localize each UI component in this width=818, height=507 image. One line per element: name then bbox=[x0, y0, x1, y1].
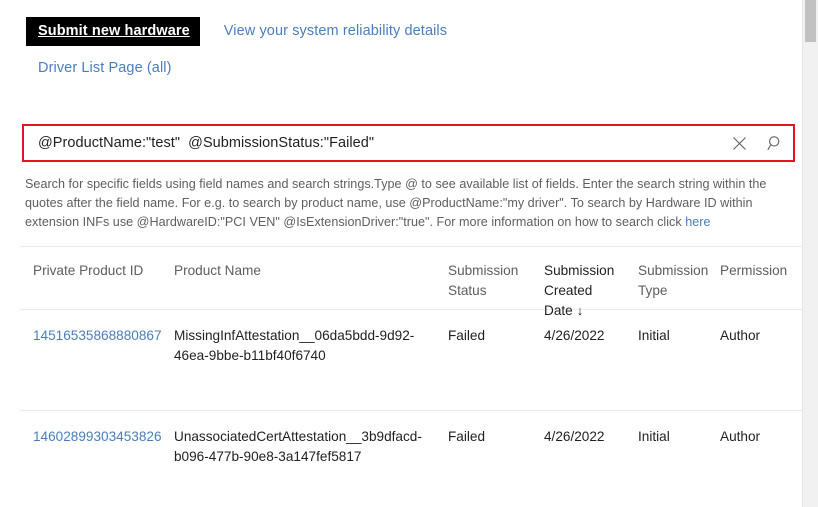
table-header: Private Product ID Product Name Submissi… bbox=[20, 246, 802, 318]
column-header-permission[interactable]: Permission bbox=[720, 247, 802, 310]
column-header-label: Submission Status bbox=[448, 263, 519, 298]
permission-value: Author bbox=[720, 328, 761, 343]
submission-type-value: Initial bbox=[638, 429, 670, 444]
column-header-label: Submission Type bbox=[638, 263, 709, 298]
column-header-label: Permission bbox=[720, 263, 788, 278]
view-system-reliability-details-link[interactable]: View your system reliability details bbox=[224, 23, 447, 39]
cell-submission-created-date: 4/26/2022 bbox=[544, 310, 638, 411]
permission-value: Author bbox=[720, 429, 761, 444]
clear-search-button[interactable] bbox=[721, 126, 757, 160]
cell-private-product-id: 14602899303453826 bbox=[20, 411, 174, 507]
table-row[interactable]: 14602899303453826 UnassociatedCertAttest… bbox=[20, 411, 802, 507]
submit-new-hardware-link[interactable]: Submit new hardware bbox=[26, 16, 200, 46]
driver-list-page-link[interactable]: Driver List Page (all) bbox=[38, 60, 786, 76]
cell-product-name: UnassociatedCertAttestation__3b9dfacd-b0… bbox=[174, 411, 448, 507]
submission-created-date-value: 4/26/2022 bbox=[544, 429, 605, 444]
cell-submission-status: Failed bbox=[448, 411, 544, 507]
top-links-row-primary: Submit new hardware View your system rel… bbox=[26, 16, 786, 46]
column-header-submission-type[interactable]: Submission Type bbox=[638, 247, 720, 310]
cell-permission: Author bbox=[720, 411, 802, 507]
cell-private-product-id: 14516535868880867 bbox=[20, 310, 174, 411]
cell-submission-type: Initial bbox=[638, 411, 720, 507]
column-header-product-name[interactable]: Product Name bbox=[174, 247, 448, 310]
search-icon bbox=[766, 135, 784, 152]
submission-type-value: Initial bbox=[638, 328, 670, 343]
cell-submission-status: Failed bbox=[448, 310, 544, 411]
submission-status-value: Failed bbox=[448, 429, 486, 444]
column-header-submission-status[interactable]: Submission Status bbox=[448, 247, 544, 310]
product-name-value: MissingInfAttestation__06da5bdd-9d92-46e… bbox=[174, 328, 415, 363]
column-header-sorted: Submission Created Date ↓ bbox=[544, 247, 638, 318]
submissions-table: Private Product ID Product Name Submissi… bbox=[20, 246, 802, 507]
submit-search-button[interactable] bbox=[757, 126, 793, 160]
top-links-group: Submit new hardware View your system rel… bbox=[26, 16, 786, 76]
page-content: Submit new hardware View your system rel… bbox=[0, 0, 802, 507]
column-header-label: Product Name bbox=[174, 263, 261, 278]
submission-created-date-value: 4/26/2022 bbox=[544, 328, 605, 343]
search-help-body: Search for specific fields using field n… bbox=[25, 177, 767, 229]
vertical-scrollbar-thumb[interactable] bbox=[805, 0, 816, 42]
table-body: 14516535868880867 MissingInfAttestation_… bbox=[20, 310, 802, 507]
product-name-value: UnassociatedCertAttestation__3b9dfacd-b0… bbox=[174, 429, 422, 464]
cell-product-name: MissingInfAttestation__06da5bdd-9d92-46e… bbox=[174, 310, 448, 411]
cell-permission: Author bbox=[720, 310, 802, 411]
sort-descending-arrow-icon: ↓ bbox=[576, 303, 584, 318]
search-box[interactable] bbox=[22, 124, 795, 162]
column-header-label: Private Product ID bbox=[33, 263, 144, 278]
search-help-here-link[interactable]: here bbox=[685, 215, 710, 229]
search-help-text: Search for specific fields using field n… bbox=[25, 175, 790, 232]
private-product-id-link[interactable]: 14516535868880867 bbox=[33, 328, 162, 343]
column-header-submission-created-date[interactable]: Submission Created Date ↓ bbox=[544, 247, 638, 318]
cell-submission-type: Initial bbox=[638, 310, 720, 411]
cell-submission-created-date: 4/26/2022 bbox=[544, 411, 638, 507]
column-header-private-product-id[interactable]: Private Product ID bbox=[20, 247, 174, 310]
table-row[interactable]: 14516535868880867 MissingInfAttestation_… bbox=[20, 310, 802, 411]
private-product-id-link[interactable]: 14602899303453826 bbox=[33, 429, 162, 444]
vertical-scrollbar[interactable] bbox=[802, 0, 818, 507]
close-icon bbox=[732, 136, 747, 151]
search-input[interactable] bbox=[24, 127, 721, 159]
table-header-row: Private Product ID Product Name Submissi… bbox=[20, 246, 802, 318]
submission-status-value: Failed bbox=[448, 328, 486, 343]
